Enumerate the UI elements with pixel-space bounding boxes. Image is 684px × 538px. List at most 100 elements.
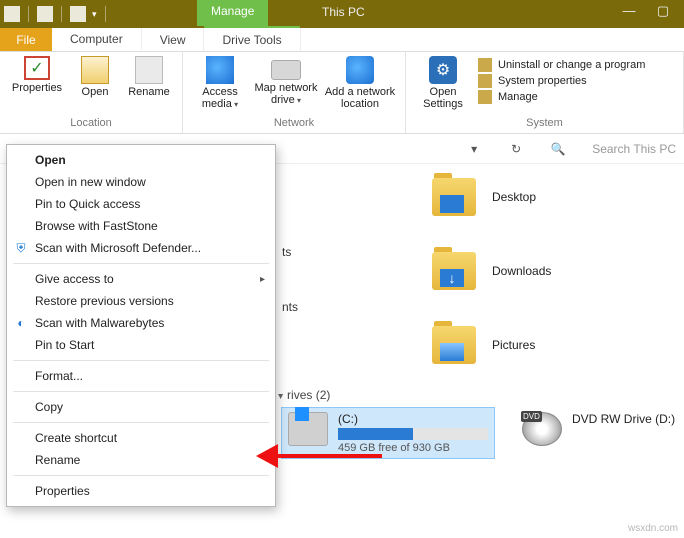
group-label-system: System — [406, 115, 683, 133]
drive-c-caption: 459 GB free of 930 GB — [338, 442, 488, 454]
cmd-manage-label: Manage — [498, 91, 538, 103]
search-icon[interactable]: 🔍 — [550, 142, 566, 156]
qa-icon-3[interactable] — [70, 6, 86, 22]
ctx-properties[interactable]: Properties — [7, 480, 275, 502]
annotation-arrow — [274, 454, 382, 458]
ribbon: Properties Open Rename Location Access m… — [0, 52, 684, 134]
maximize-button[interactable]: ▢ — [646, 0, 680, 22]
add-network-icon — [346, 56, 374, 84]
dvd-icon — [522, 412, 562, 446]
ctx-restore-versions[interactable]: Restore previous versions — [7, 290, 275, 312]
refresh-icon[interactable]: ↻ — [508, 142, 524, 156]
ctx-pin-quick-access[interactable]: Pin to Quick access — [7, 193, 275, 215]
window-title: This PC — [322, 5, 365, 19]
search-input[interactable]: Search This PC — [592, 142, 676, 156]
ribbon-group-network: Access media Map network drive Add a net… — [183, 52, 406, 133]
ctx-open-new-window[interactable]: Open in new window — [7, 171, 275, 193]
qa-icon-1[interactable] — [4, 6, 20, 22]
tab-drive-tools[interactable]: Drive Tools — [204, 28, 300, 51]
title-bar: ▾ Manage This PC — ▢ — [0, 0, 684, 28]
cmd-uninstall[interactable]: Uninstall or change a program — [478, 58, 645, 72]
cmd-add-network-location[interactable]: Add a network location — [323, 56, 397, 110]
section-drives-header[interactable]: ▸rives (2) — [278, 388, 672, 402]
qa-icon-2[interactable] — [37, 6, 53, 22]
ctx-separator — [13, 263, 269, 264]
context-menu: Open Open in new window Pin to Quick acc… — [6, 144, 276, 507]
ctx-give-access[interactable]: Give access to — [7, 268, 275, 290]
cmd-open-settings[interactable]: Open Settings — [414, 56, 472, 110]
properties-icon — [24, 56, 50, 80]
open-folder-icon — [81, 56, 109, 84]
cmd-access-media[interactable]: Access media — [191, 56, 249, 110]
cmd-rename-label: Rename — [128, 86, 170, 98]
watermark: wsxdn.com — [628, 523, 678, 534]
ctx-separator — [13, 475, 269, 476]
malwarebytes-icon: ◐ — [13, 315, 29, 331]
folder-icon — [432, 178, 476, 216]
cmd-add-network-label: Add a network location — [323, 86, 397, 110]
map-drive-icon — [271, 60, 301, 80]
cmd-sysprops-label: System properties — [498, 75, 587, 87]
group-label-location: Location — [0, 115, 182, 133]
cmd-map-drive-label: Map network drive — [249, 82, 323, 106]
settings-gear-icon — [429, 56, 457, 84]
access-media-icon — [206, 56, 234, 84]
chevron-down-icon: ▸ — [275, 394, 286, 399]
cmd-open[interactable]: Open — [66, 56, 124, 98]
cmd-manage[interactable]: Manage — [478, 90, 645, 104]
ctx-rename[interactable]: Rename — [7, 449, 275, 471]
ribbon-group-system: Open Settings Uninstall or change a prog… — [406, 52, 684, 133]
defender-shield-icon: ⛨ — [13, 240, 29, 256]
cmd-map-network-drive[interactable]: Map network drive — [249, 56, 323, 106]
ctx-browse-faststone[interactable]: Browse with FastStone — [7, 215, 275, 237]
tab-computer[interactable]: Computer — [52, 28, 142, 51]
folder-downloads-label: Downloads — [492, 264, 551, 278]
cmd-properties[interactable]: Properties — [8, 56, 66, 94]
minimize-button[interactable]: — — [612, 0, 646, 22]
qa-dropdown[interactable]: ▾ — [92, 9, 97, 20]
ctx-pin-start[interactable]: Pin to Start — [7, 334, 275, 356]
folder-downloads[interactable]: Downloads — [432, 246, 551, 296]
group-label-network: Network — [183, 115, 405, 133]
folder-icon — [432, 252, 476, 290]
cmd-open-settings-label: Open Settings — [414, 86, 472, 110]
folder-desktop-label: Desktop — [492, 190, 536, 204]
rename-icon — [135, 56, 163, 84]
drive-c-icon — [288, 412, 328, 446]
drives-header-label: rives (2) — [287, 388, 330, 402]
ctx-create-shortcut[interactable]: Create shortcut — [7, 427, 275, 449]
drive-d[interactable]: DVD RW Drive (D:) — [516, 408, 684, 458]
contextual-tab-manage[interactable]: Manage — [197, 0, 268, 26]
cmd-system-properties[interactable]: System properties — [478, 74, 645, 88]
drive-c-name: (C:) — [338, 412, 488, 426]
tab-view[interactable]: View — [142, 28, 205, 51]
system-properties-icon — [478, 74, 492, 88]
folder-icon — [432, 326, 476, 364]
cmd-open-label: Open — [82, 86, 109, 98]
view-dropdown-icon[interactable]: ▾ — [466, 142, 482, 156]
folder-desktop[interactable]: Desktop — [432, 172, 551, 222]
folder-pictures[interactable]: Pictures — [432, 320, 551, 370]
drive-c[interactable]: (C:) 459 GB free of 930 GB — [282, 408, 494, 458]
manage-icon — [478, 90, 492, 104]
folder-pictures-label: Pictures — [492, 338, 535, 352]
cmd-uninstall-label: Uninstall or change a program — [498, 59, 645, 71]
tab-file[interactable]: File — [0, 28, 52, 51]
cmd-rename[interactable]: Rename — [124, 56, 174, 98]
ctx-separator — [13, 391, 269, 392]
ctx-separator — [13, 422, 269, 423]
drive-c-capacity-bar — [338, 428, 488, 440]
ctx-separator — [13, 360, 269, 361]
cmd-access-media-label: Access media — [191, 86, 249, 110]
ctx-format[interactable]: Format... — [7, 365, 275, 387]
ctx-scan-defender[interactable]: ⛨Scan with Microsoft Defender... — [7, 237, 275, 259]
uninstall-icon — [478, 58, 492, 72]
cmd-properties-label: Properties — [12, 82, 62, 94]
ctx-scan-malwarebytes[interactable]: ◐Scan with Malwarebytes — [7, 312, 275, 334]
drive-c-capacity-fill — [338, 428, 413, 440]
ctx-open[interactable]: Open — [7, 149, 275, 171]
ctx-copy[interactable]: Copy — [7, 396, 275, 418]
ribbon-group-location: Properties Open Rename Location — [0, 52, 183, 133]
ribbon-tabs: File Computer View Drive Tools — [0, 28, 684, 52]
drive-d-name: DVD RW Drive (D:) — [572, 412, 684, 426]
